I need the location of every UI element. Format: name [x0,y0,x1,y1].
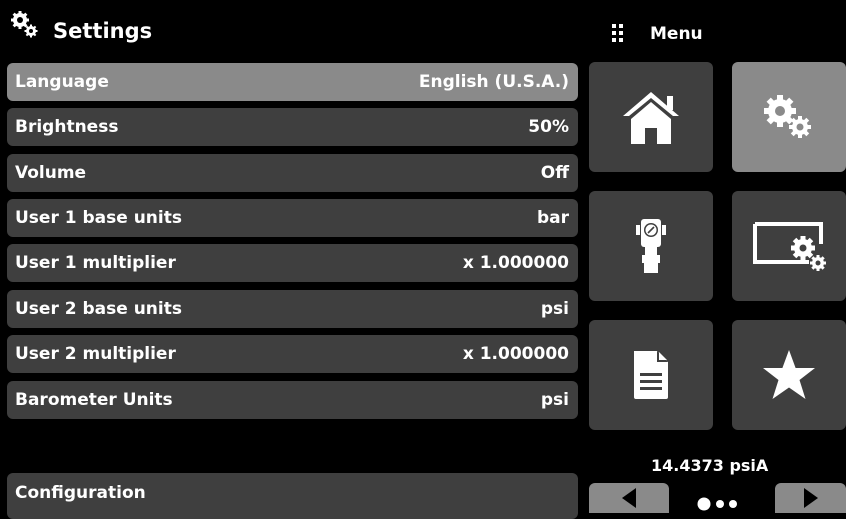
setting-label: User 1 multiplier [15,253,176,273]
barometer-reading: 14.4373 psiA [651,456,769,475]
setting-row-user1-multiplier[interactable]: User 1 multiplier x 1.000000 [7,244,578,282]
setting-row-user2-base-units[interactable]: User 2 base units psi [7,290,578,328]
setting-label: Barometer Units [15,390,173,410]
favorites-tile[interactable] [732,320,846,430]
setting-value: psi [540,390,569,410]
next-page-button[interactable] [775,483,846,513]
setting-label: User 1 base units [15,208,182,228]
header-gears-icon [10,10,40,40]
setting-value: psi [540,299,569,319]
previous-page-button[interactable] [589,483,669,513]
setting-row-brightness[interactable]: Brightness 50% [7,108,578,146]
page-title: Settings [53,19,153,43]
gears-icon [764,95,811,138]
arrow-left-icon [622,488,636,508]
setting-label: Volume [15,163,87,183]
setting-value: Off [540,163,569,183]
pressure-gauge-tile[interactable] [589,191,713,301]
document-icon [634,351,668,399]
setting-label: User 2 base units [15,299,182,319]
configuration-button[interactable]: Configuration [7,473,578,519]
setting-row-user1-base-units[interactable]: User 1 base units bar [7,199,578,237]
menu-label[interactable]: Menu [650,24,703,44]
setting-row-barometer-units[interactable]: Barometer Units psi [7,381,578,419]
setting-label: Brightness [15,117,119,137]
setting-row-language[interactable]: Language English (U.S.A.) [7,63,578,101]
home-tile[interactable] [589,62,713,172]
setting-value: x 1.000000 [462,344,569,364]
settings-tile[interactable] [732,62,846,172]
home-icon [623,92,679,144]
arrow-right-icon [803,488,818,508]
configuration-label: Configuration [15,483,146,503]
display-settings-tile[interactable] [732,191,846,301]
setting-row-volume[interactable]: Volume Off [7,154,578,192]
document-tile[interactable] [589,320,713,430]
display-settings-icon [753,222,826,271]
setting-value: English (U.S.A.) [418,72,569,92]
setting-value: 50% [528,117,569,137]
setting-label: User 2 multiplier [15,344,176,364]
menu-grid-icon[interactable] [612,24,624,42]
setting-label: Language [15,72,109,92]
page-indicator [696,494,746,514]
setting-value: x 1.000000 [462,253,569,273]
setting-value: bar [536,208,569,228]
pressure-gauge-icon [636,219,666,273]
setting-row-user2-multiplier[interactable]: User 2 multiplier x 1.000000 [7,335,578,373]
star-icon [763,350,815,399]
